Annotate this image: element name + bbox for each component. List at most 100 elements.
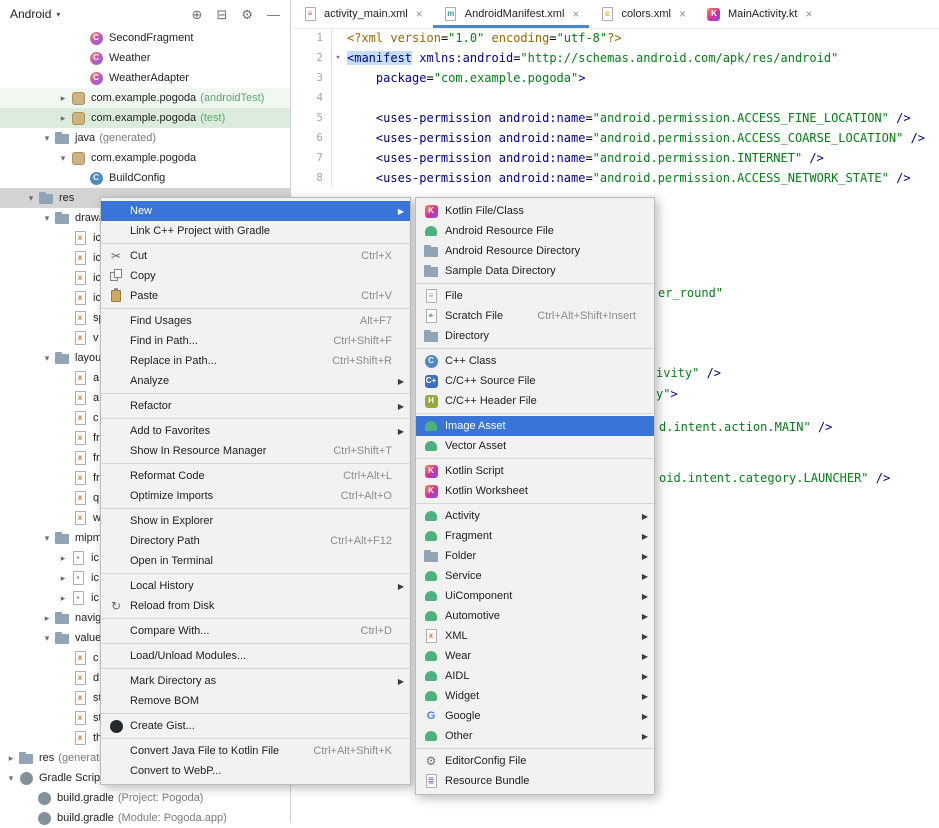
file-icon: ≡ bbox=[423, 288, 439, 304]
menu-item-directory[interactable]: Directory bbox=[416, 326, 654, 346]
menu-item-c-c-header-file[interactable]: HC/C++ Header File bbox=[416, 391, 654, 411]
tab-androidmanifest-xml[interactable]: mAndroidManifest.xml× bbox=[433, 0, 590, 28]
menu-item-android-resource-file[interactable]: Android Resource File bbox=[416, 221, 654, 241]
chevron-expanded-icon[interactable]: ▾ bbox=[40, 533, 54, 544]
chevron-expanded-icon[interactable]: ▾ bbox=[40, 213, 54, 224]
menu-item-resource-bundle[interactable]: ≣Resource Bundle bbox=[416, 771, 654, 791]
menu-item-xml[interactable]: xXML▶ bbox=[416, 626, 654, 646]
menu-item-google[interactable]: GGoogle▶ bbox=[416, 706, 654, 726]
menu-item-compare-with[interactable]: Compare With...Ctrl+D bbox=[101, 621, 410, 641]
menu-item-new[interactable]: New▶ bbox=[101, 201, 410, 221]
menu-item-cut[interactable]: ✂CutCtrl+X bbox=[101, 246, 410, 266]
menu-item-fragment[interactable]: Fragment▶ bbox=[416, 526, 654, 546]
menu-item-icon-slot: H bbox=[423, 393, 445, 409]
menu-item-reformat-code[interactable]: Reformat CodeCtrl+Alt+L bbox=[101, 466, 410, 486]
folder-icon bbox=[423, 548, 439, 564]
close-icon[interactable]: × bbox=[572, 7, 579, 21]
menu-item-remove-bom[interactable]: Remove BOM bbox=[101, 691, 410, 711]
chevron-collapsed-icon[interactable]: ▸ bbox=[56, 113, 70, 124]
menu-item-c-c-source-file[interactable]: C+C/C++ Source File bbox=[416, 371, 654, 391]
chevron-collapsed-icon[interactable]: ▸ bbox=[40, 613, 54, 624]
chevron-expanded-icon[interactable]: ▾ bbox=[4, 773, 18, 784]
menu-item-label: Kotlin Script bbox=[445, 465, 636, 477]
chevron-expanded-icon[interactable]: ▾ bbox=[40, 133, 54, 144]
chevron-collapsed-icon[interactable]: ▸ bbox=[56, 93, 70, 104]
tab-activity-main-xml[interactable]: ≡activity_main.xml× bbox=[292, 0, 433, 28]
project-view-selector[interactable]: Android ▾ bbox=[10, 7, 60, 21]
menu-item-copy[interactable]: Copy bbox=[101, 266, 410, 286]
close-icon[interactable]: × bbox=[679, 7, 686, 21]
menu-item-open-in-terminal[interactable]: Open in Terminal bbox=[101, 551, 410, 571]
menu-item-analyze[interactable]: Analyze▶ bbox=[101, 371, 410, 391]
chevron-collapsed-icon[interactable]: ▸ bbox=[56, 573, 70, 584]
menu-item-editorconfig-file[interactable]: ⚙EditorConfig File bbox=[416, 751, 654, 771]
chevron-collapsed-icon[interactable]: ▸ bbox=[56, 553, 70, 564]
menu-item-mark-directory-as[interactable]: Mark Directory as▶ bbox=[101, 671, 410, 691]
fold-icon[interactable]: ▾ bbox=[332, 48, 344, 68]
close-icon[interactable]: × bbox=[805, 7, 812, 21]
menu-item-image-asset[interactable]: Image Asset bbox=[416, 416, 654, 436]
menu-item-local-history[interactable]: Local History▶ bbox=[101, 576, 410, 596]
menu-item-automotive[interactable]: Automotive▶ bbox=[416, 606, 654, 626]
chevron-expanded-icon[interactable]: ▾ bbox=[56, 153, 70, 164]
menu-item-folder[interactable]: Folder▶ bbox=[416, 546, 654, 566]
menu-item-find-usages[interactable]: Find UsagesAlt+F7 bbox=[101, 311, 410, 331]
android-icon bbox=[423, 648, 439, 664]
menu-item-add-to-favorites[interactable]: Add to Favorites▶ bbox=[101, 421, 410, 441]
menu-item-optimize-imports[interactable]: Optimize ImportsCtrl+Alt+O bbox=[101, 486, 410, 506]
chevron-collapsed-icon[interactable]: ▸ bbox=[56, 593, 70, 604]
menu-item-aidl[interactable]: AIDL▶ bbox=[416, 666, 654, 686]
chevron-collapsed-icon[interactable]: ▸ bbox=[4, 753, 18, 764]
close-icon[interactable]: × bbox=[416, 7, 423, 21]
locate-file-icon[interactable]: ⊕ bbox=[192, 8, 203, 21]
menu-item-convert-to-webp[interactable]: Convert to WebP... bbox=[101, 761, 410, 781]
menu-item-load-unload-modules[interactable]: Load/Unload Modules... bbox=[101, 646, 410, 666]
menu-item-kotlin-worksheet[interactable]: KKotlin Worksheet bbox=[416, 481, 654, 501]
menu-item-find-in-path[interactable]: Find in Path...Ctrl+Shift+F bbox=[101, 331, 410, 351]
tree-item-com-example-pogoda-test[interactable]: ▸com.example.pogoda(test) bbox=[0, 108, 290, 128]
tree-item-weather[interactable]: CWeather bbox=[0, 48, 290, 68]
menu-item-file[interactable]: ≡File bbox=[416, 286, 654, 306]
menu-item-convert-java-file-to-kotlin-file[interactable]: Convert Java File to Kotlin FileCtrl+Alt… bbox=[101, 741, 410, 761]
menu-item-other[interactable]: Other▶ bbox=[416, 726, 654, 746]
menu-item-replace-in-path[interactable]: Replace in Path...Ctrl+Shift+R bbox=[101, 351, 410, 371]
tree-item-build-gradle-module-pogoda-app[interactable]: build.gradle(Module: Pogoda.app) bbox=[0, 808, 290, 828]
menu-item-link-c-project-with-gradle[interactable]: Link C++ Project with Gradle bbox=[101, 221, 410, 241]
menu-item-directory-path[interactable]: Directory PathCtrl+Alt+F12 bbox=[101, 531, 410, 551]
menu-item-activity[interactable]: Activity▶ bbox=[416, 506, 654, 526]
settings-gear-icon[interactable]: ⚙ bbox=[241, 8, 253, 21]
hide-panel-icon[interactable]: — bbox=[267, 8, 280, 21]
menu-item-vector-asset[interactable]: Vector Asset bbox=[416, 436, 654, 456]
chevron-expanded-icon[interactable]: ▾ bbox=[24, 193, 38, 204]
menu-item-create-gist[interactable]: Create Gist... bbox=[101, 716, 410, 736]
collapse-all-icon[interactable]: ⊟ bbox=[216, 8, 227, 21]
menu-item-paste[interactable]: PasteCtrl+V bbox=[101, 286, 410, 306]
chevron-expanded-icon[interactable]: ▾ bbox=[40, 633, 54, 644]
tree-item-com-example-pogoda[interactable]: ▾com.example.pogoda bbox=[0, 148, 290, 168]
menu-item-show-in-explorer[interactable]: Show in Explorer bbox=[101, 511, 410, 531]
tab-mainactivity-kt[interactable]: KMainActivity.kt× bbox=[696, 0, 823, 28]
menu-item-reload-from-disk[interactable]: ↻Reload from Disk bbox=[101, 596, 410, 616]
menu-item-scratch-file[interactable]: +Scratch FileCtrl+Alt+Shift+Insert bbox=[416, 306, 654, 326]
menu-item-widget[interactable]: Widget▶ bbox=[416, 686, 654, 706]
menu-item-label: Show in Explorer bbox=[130, 515, 392, 527]
tab-colors-xml[interactable]: ccolors.xml× bbox=[589, 0, 696, 28]
menu-item-c-class[interactable]: CC++ Class bbox=[416, 351, 654, 371]
folder-icon bbox=[54, 130, 70, 146]
menu-item-kotlin-script[interactable]: KKotlin Script bbox=[416, 461, 654, 481]
menu-item-android-resource-directory[interactable]: Android Resource Directory bbox=[416, 241, 654, 261]
tree-item-weatheradapter[interactable]: CWeatherAdapter bbox=[0, 68, 290, 88]
menu-item-uicomponent[interactable]: UiComponent▶ bbox=[416, 586, 654, 606]
menu-item-sample-data-directory[interactable]: Sample Data Directory bbox=[416, 261, 654, 281]
tree-item-java-generated[interactable]: ▾java(generated) bbox=[0, 128, 290, 148]
menu-item-kotlin-file-class[interactable]: KKotlin File/Class bbox=[416, 201, 654, 221]
menu-item-service[interactable]: Service▶ bbox=[416, 566, 654, 586]
tree-item-buildconfig[interactable]: CBuildConfig bbox=[0, 168, 290, 188]
menu-item-refactor[interactable]: Refactor▶ bbox=[101, 396, 410, 416]
tree-item-com-example-pogoda-androidtest[interactable]: ▸com.example.pogoda(androidTest) bbox=[0, 88, 290, 108]
tree-item-secondfragment[interactable]: CSecondFragment bbox=[0, 28, 290, 48]
tree-item-build-gradle-project-pogoda[interactable]: build.gradle(Project: Pogoda) bbox=[0, 788, 290, 808]
menu-item-show-in-resource-manager[interactable]: Show In Resource ManagerCtrl+Shift+T bbox=[101, 441, 410, 461]
menu-item-wear[interactable]: Wear▶ bbox=[416, 646, 654, 666]
chevron-expanded-icon[interactable]: ▾ bbox=[40, 353, 54, 364]
